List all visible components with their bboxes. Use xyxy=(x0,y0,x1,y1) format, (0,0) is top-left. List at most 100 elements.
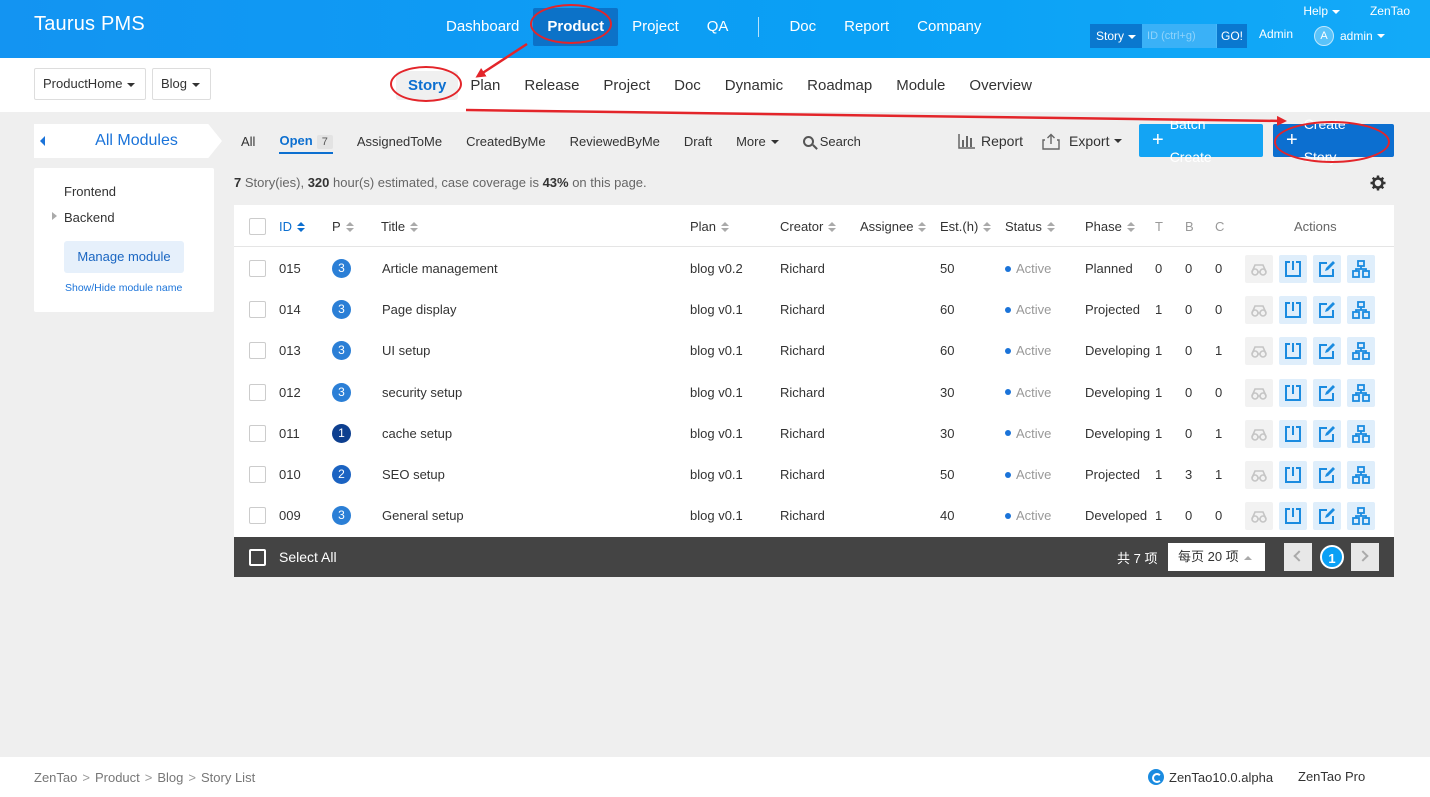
col-estimate[interactable]: Est.(h) xyxy=(940,219,992,234)
split-button[interactable] xyxy=(1347,419,1375,448)
brand-name[interactable]: Taurus PMS xyxy=(34,13,145,36)
select-all-checkbox-header[interactable] xyxy=(249,218,266,235)
story-plan[interactable]: blog v0.1 xyxy=(690,302,743,317)
row-checkbox[interactable] xyxy=(249,507,266,525)
row-checkbox[interactable] xyxy=(249,301,266,319)
search-go-button[interactable]: GO! xyxy=(1216,24,1248,48)
filter-assigned-to-me[interactable]: AssignedToMe xyxy=(357,134,442,149)
subnav-plan[interactable]: Plan xyxy=(458,77,512,94)
split-button[interactable] xyxy=(1347,255,1375,283)
col-phase[interactable]: Phase xyxy=(1085,219,1135,234)
footer-crumb[interactable]: Product xyxy=(95,770,140,785)
story-title[interactable]: UI setup xyxy=(382,343,430,358)
help-menu[interactable]: Help xyxy=(1303,4,1340,18)
table-row[interactable]: 012 3 security setup blog v0.1 Richard 30 Acti… xyxy=(234,372,1394,413)
filter-more[interactable]: More xyxy=(736,134,779,149)
filter-all[interactable]: All xyxy=(241,134,255,149)
story-tasks[interactable]: 1 xyxy=(1155,385,1162,400)
nav-company[interactable]: Company xyxy=(903,8,995,46)
change-button[interactable] xyxy=(1279,419,1307,448)
story-id[interactable]: 009 xyxy=(279,508,301,523)
module-backend[interactable]: Backend xyxy=(64,210,115,225)
edit-button[interactable] xyxy=(1313,378,1341,407)
review-button[interactable] xyxy=(1245,461,1273,489)
table-row[interactable]: 010 2 SEO setup blog v0.1 Richard 50 Active Pro… xyxy=(234,454,1394,495)
story-title[interactable]: security setup xyxy=(382,385,462,400)
edit-button[interactable] xyxy=(1313,461,1341,489)
subnav-release[interactable]: Release xyxy=(512,77,591,94)
footer-crumb[interactable]: ZenTao xyxy=(34,770,77,785)
nav-qa[interactable]: QA xyxy=(693,8,743,46)
story-plan[interactable]: blog v0.1 xyxy=(690,508,743,523)
subnav-dynamic[interactable]: Dynamic xyxy=(713,77,795,94)
story-plan[interactable]: blog v0.2 xyxy=(690,261,743,276)
nav-doc[interactable]: Doc xyxy=(775,8,830,46)
col-assignee[interactable]: Assignee xyxy=(860,219,927,234)
change-button[interactable] xyxy=(1279,378,1307,407)
batch-create-button[interactable]: + Batch Create xyxy=(1139,116,1263,165)
split-button[interactable] xyxy=(1347,461,1375,489)
subnav-module[interactable]: Module xyxy=(884,77,957,94)
story-bugs[interactable]: 0 xyxy=(1185,385,1192,400)
table-row[interactable]: 011 1 cache setup blog v0.1 Richard 30 Active D… xyxy=(234,413,1394,454)
manage-module-button[interactable]: Manage module xyxy=(64,241,184,273)
module-frontend[interactable]: Frontend xyxy=(64,184,116,199)
edit-button[interactable] xyxy=(1313,296,1341,325)
review-button[interactable] xyxy=(1245,378,1273,407)
story-id[interactable]: 014 xyxy=(279,302,301,317)
edit-button[interactable] xyxy=(1313,255,1341,283)
export-button[interactable]: Export xyxy=(1042,125,1123,157)
crumb-product-home[interactable]: ProductHome xyxy=(34,68,147,100)
table-row[interactable]: 015 3 Article management blog v0.2 Richard 50… xyxy=(234,248,1394,289)
zentao-pro-link[interactable]: ZenTao Pro xyxy=(1298,769,1365,784)
review-button[interactable] xyxy=(1245,419,1273,448)
review-button[interactable] xyxy=(1245,502,1273,531)
story-bugs[interactable]: 0 xyxy=(1185,508,1192,523)
review-button[interactable] xyxy=(1245,337,1273,366)
story-bugs[interactable]: 0 xyxy=(1185,343,1192,358)
story-title[interactable]: cache setup xyxy=(382,426,452,441)
story-cases[interactable]: 0 xyxy=(1215,302,1222,317)
filter-draft[interactable]: Draft xyxy=(684,134,712,149)
expand-arrow-icon[interactable] xyxy=(52,212,57,220)
story-plan[interactable]: blog v0.1 xyxy=(690,343,743,358)
sidebar-toggle[interactable] xyxy=(34,124,52,158)
zentao-link[interactable]: ZenTao xyxy=(1370,4,1410,18)
footer-crumb[interactable]: Blog xyxy=(157,770,183,785)
story-plan[interactable]: blog v0.1 xyxy=(690,467,743,482)
table-row[interactable]: 013 3 UI setup blog v0.1 Richard 60 Active Deve… xyxy=(234,330,1394,371)
story-id[interactable]: 012 xyxy=(279,385,301,400)
nav-dashboard[interactable]: Dashboard xyxy=(432,8,533,46)
row-checkbox[interactable] xyxy=(249,260,266,277)
change-button[interactable] xyxy=(1279,461,1307,489)
review-button[interactable] xyxy=(1245,255,1273,283)
story-cases[interactable]: 1 xyxy=(1215,467,1222,482)
table-row[interactable]: 014 3 Page display blog v0.1 Richard 60 Active… xyxy=(234,289,1394,330)
per-page-select[interactable]: 每页 20 项 xyxy=(1168,543,1265,571)
story-bugs[interactable]: 0 xyxy=(1185,426,1192,441)
story-cases[interactable]: 1 xyxy=(1215,426,1222,441)
edit-button[interactable] xyxy=(1313,419,1341,448)
next-page-button[interactable] xyxy=(1351,543,1379,571)
current-page[interactable]: 1 xyxy=(1320,545,1344,569)
change-button[interactable] xyxy=(1279,255,1307,283)
search-toggle[interactable]: Search xyxy=(802,134,861,149)
show-hide-module-link[interactable]: Show/Hide module name xyxy=(65,282,182,294)
subnav-roadmap[interactable]: Roadmap xyxy=(795,77,884,94)
search-type-select[interactable]: Story xyxy=(1090,24,1143,48)
split-button[interactable] xyxy=(1347,502,1375,531)
story-tasks[interactable]: 1 xyxy=(1155,343,1162,358)
split-button[interactable] xyxy=(1347,337,1375,366)
split-button[interactable] xyxy=(1347,296,1375,325)
col-title[interactable]: Title xyxy=(381,219,419,234)
story-tasks[interactable]: 1 xyxy=(1155,508,1162,523)
story-bugs[interactable]: 3 xyxy=(1185,467,1192,482)
split-button[interactable] xyxy=(1347,378,1375,407)
filter-reviewed-by-me[interactable]: ReviewedByMe xyxy=(570,134,660,149)
subnav-doc[interactable]: Doc xyxy=(662,77,713,94)
story-bugs[interactable]: 0 xyxy=(1185,261,1192,276)
all-modules[interactable]: All Modules xyxy=(51,124,222,158)
gear-icon[interactable] xyxy=(1370,175,1386,191)
review-button[interactable] xyxy=(1245,296,1273,325)
change-button[interactable] xyxy=(1279,296,1307,325)
